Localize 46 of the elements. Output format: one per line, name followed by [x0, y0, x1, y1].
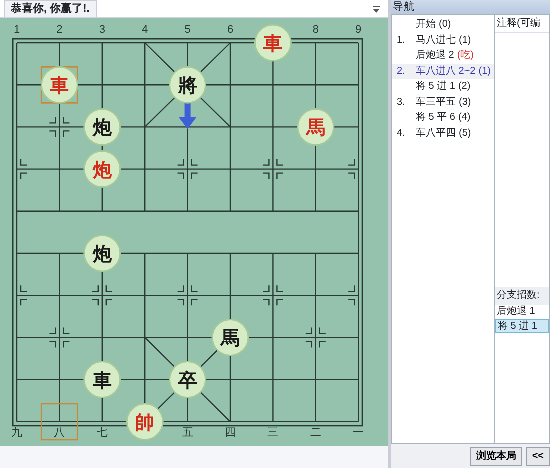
file-label: 五: [182, 427, 194, 439]
move-item[interactable]: 3. 车三平五 (3): [392, 94, 494, 110]
chess-piece[interactable]: 炮: [84, 150, 122, 188]
file-label: 二: [310, 427, 322, 439]
file-label: 1: [14, 24, 20, 36]
file-label: 6: [227, 24, 234, 36]
file-label: 5: [184, 24, 191, 36]
chess-piece[interactable]: 馬: [212, 318, 250, 356]
file-label: 2: [56, 24, 63, 36]
file-label: 4: [142, 24, 148, 36]
annotation-title: 注释(可编: [495, 15, 549, 33]
file-label: 9: [356, 24, 362, 36]
file-label: 九: [12, 427, 22, 439]
chess-piece[interactable]: 車: [254, 24, 292, 62]
board-tab[interactable]: 恭喜你, 你赢了!.: [4, 0, 97, 17]
toolbar-button[interactable]: 浏览本局: [470, 447, 522, 466]
dropdown-icon[interactable]: [373, 6, 380, 13]
chess-piece[interactable]: 車: [40, 66, 78, 104]
chess-piece[interactable]: 帥: [126, 403, 164, 441]
file-label: 四: [225, 427, 236, 439]
branch-item[interactable]: 将 5 进 1: [495, 319, 549, 333]
chess-piece[interactable]: 炮: [84, 234, 122, 272]
branch-title: 分支招数:: [495, 287, 549, 305]
file-label: 8: [312, 24, 319, 36]
selection-marker: [40, 403, 78, 441]
move-item[interactable]: 4. 车八平四 (5): [392, 126, 494, 141]
chess-piece[interactable]: 馬: [297, 108, 335, 146]
file-label: 一: [353, 427, 364, 439]
chess-piece[interactable]: 將: [169, 66, 207, 104]
move-item[interactable]: 1. 马八进七 (1): [392, 32, 494, 48]
panel-title: 导航: [391, 0, 550, 14]
toolbar-button[interactable]: <<: [526, 447, 550, 466]
move-item[interactable]: 2. 车八进八 2~2 (1): [392, 64, 494, 79]
move-item[interactable]: 将 5 平 6 (4): [392, 110, 494, 126]
file-label: 七: [96, 427, 108, 439]
branch-item[interactable]: 后炮退 1: [495, 305, 549, 319]
file-label: 3: [99, 24, 106, 36]
selection-marker: [40, 66, 78, 104]
chess-piece[interactable]: 車: [84, 361, 122, 399]
file-label: 三: [268, 427, 279, 439]
chess-piece[interactable]: 卒: [169, 361, 207, 399]
file-label: 八: [54, 427, 66, 439]
chess-piece[interactable]: 炮: [84, 108, 122, 146]
move-item[interactable]: 后炮退 2 (吃): [392, 48, 494, 64]
move-item[interactable]: 开始 (0): [392, 17, 494, 32]
move-item[interactable]: 将 5 进 1 (2): [392, 79, 494, 94]
